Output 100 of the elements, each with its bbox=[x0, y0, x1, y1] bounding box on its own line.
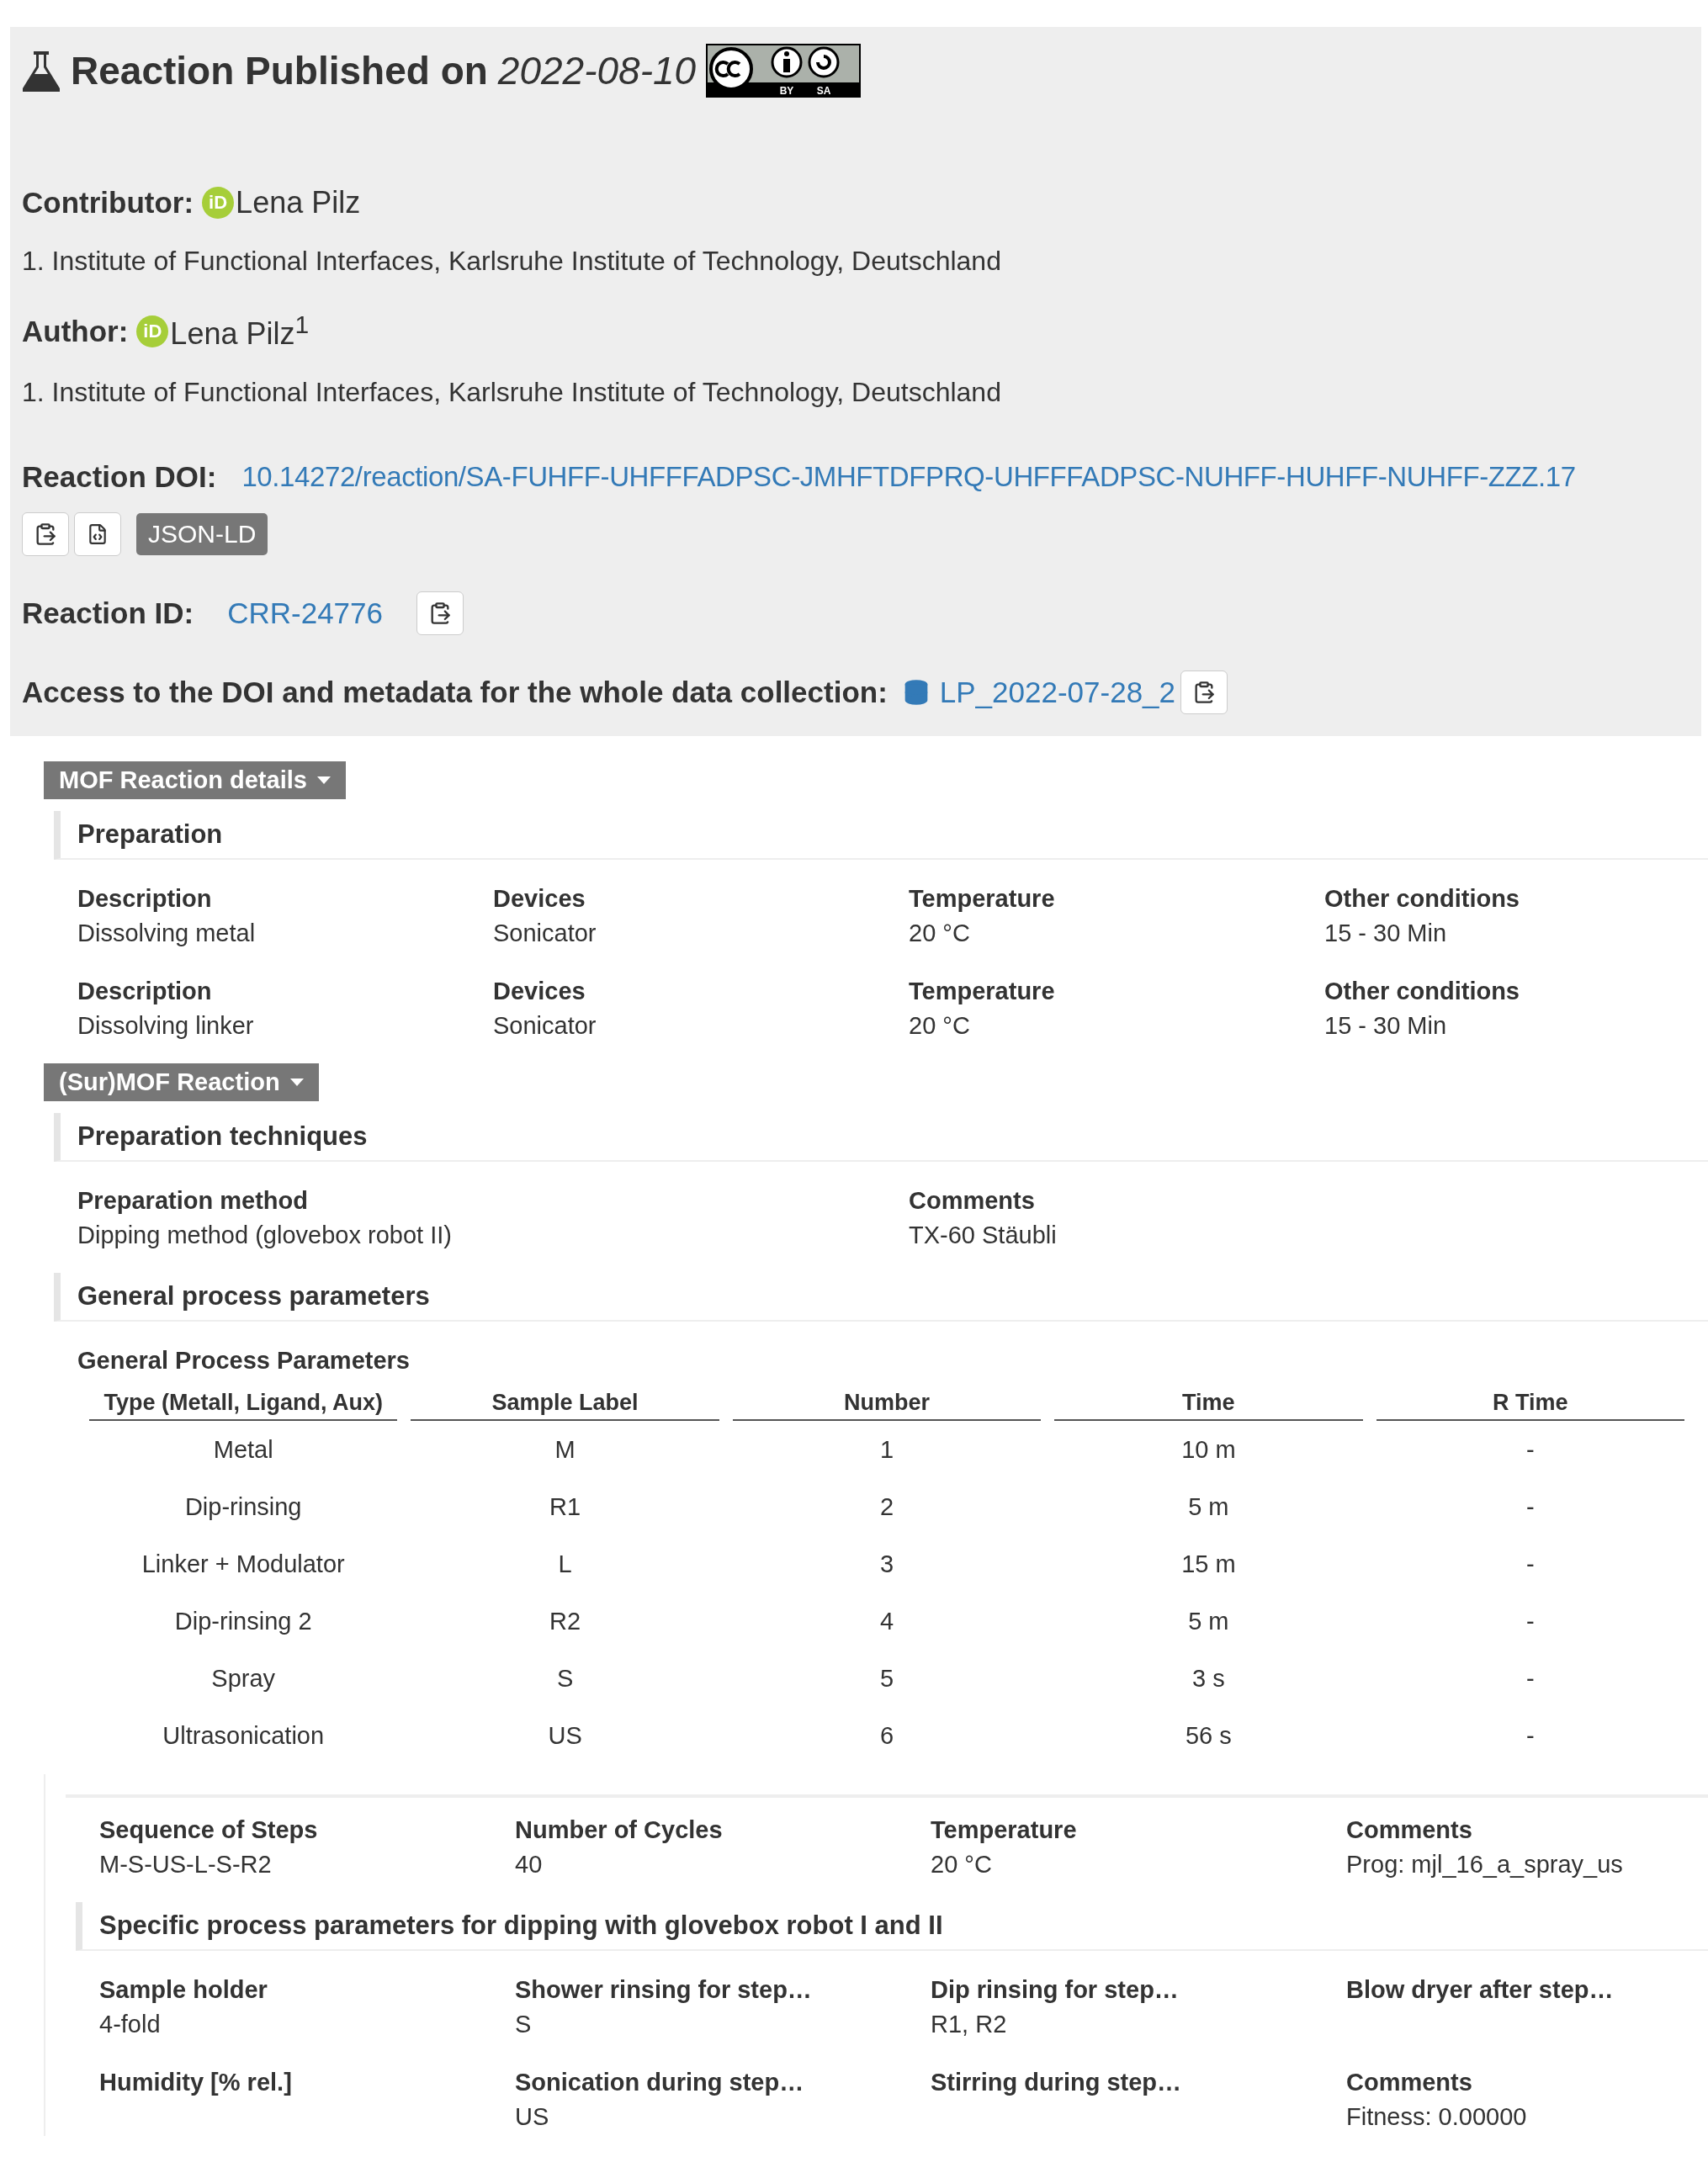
collection-link[interactable]: LP_2022-07-28_2 bbox=[939, 676, 1176, 709]
table-cell-text: 10 m bbox=[1180, 1434, 1237, 1465]
field-label: Number of Cycles bbox=[515, 1816, 724, 1844]
field-value: S bbox=[515, 2011, 533, 2038]
field-label: Comments bbox=[1346, 2069, 1473, 2096]
field-label: Description bbox=[77, 978, 213, 1005]
table-cell-text: 3 bbox=[878, 1549, 895, 1579]
section-heading: Preparation techniques bbox=[54, 1113, 1708, 1162]
contributor-name: Lena Pilz bbox=[236, 185, 361, 220]
caret-icon bbox=[316, 776, 331, 784]
table-cell-text: 56 s bbox=[1184, 1720, 1233, 1751]
table-cell-text: R2 bbox=[549, 1606, 582, 1636]
table-cell-text: US bbox=[547, 1720, 583, 1751]
field-value: M-S-US-L-S-R2 bbox=[99, 1851, 273, 1879]
field-label: Sonication during step… bbox=[515, 2069, 805, 2096]
field-value: 20 °C bbox=[931, 1851, 993, 1879]
author-label: Author: bbox=[22, 314, 129, 348]
reaction-id-link[interactable]: CRR-24776 bbox=[227, 596, 383, 630]
field-value: 20 °C bbox=[909, 920, 971, 947]
field-label: Comments bbox=[909, 1187, 1036, 1215]
field-label: Preparation method bbox=[77, 1187, 309, 1215]
field-value: 4-fold bbox=[99, 2011, 162, 2038]
field-value: 15 - 30 Min bbox=[1324, 1012, 1448, 1040]
table-cell-text: 4 bbox=[878, 1606, 895, 1636]
table-cell-text: 5 m bbox=[1187, 1492, 1230, 1522]
table-cell-text: Spray bbox=[210, 1663, 277, 1693]
field-label: Devices bbox=[493, 978, 586, 1005]
table-cell-text: 6 bbox=[878, 1720, 895, 1751]
section-heading: General process parameters bbox=[54, 1273, 1708, 1322]
affiliation-text: 1. Institute of Functional Interfaces, Karlsruhe Institute of Technology, Deutschland bbox=[22, 377, 1002, 408]
field-label: Stirring during step… bbox=[931, 2069, 1183, 2096]
field-label: Other conditions bbox=[1324, 885, 1520, 913]
copy-button[interactable] bbox=[1180, 670, 1228, 714]
field-label: Devices bbox=[493, 885, 586, 913]
table-cell-text: - bbox=[1525, 1492, 1536, 1522]
field-label: Dip rinsing for step… bbox=[931, 1976, 1180, 2004]
field-value: R1, R2 bbox=[931, 2011, 1008, 2038]
field-value: 15 - 30 Min bbox=[1324, 920, 1448, 947]
column-header: Type (Metall, Ligand, Aux) bbox=[89, 1386, 398, 1421]
collection-label: Access to the DOI and metadata for the whole data collection: bbox=[22, 676, 888, 709]
field-value: Dipping method (glovebox robot II) bbox=[77, 1222, 453, 1249]
table-cell-text: L bbox=[557, 1549, 573, 1579]
table-cell-text: Dip-rinsing 2 bbox=[173, 1606, 313, 1636]
table-cell-text: S bbox=[555, 1663, 575, 1693]
page-title: Reaction Published on bbox=[71, 48, 488, 93]
table-cell-text: - bbox=[1525, 1720, 1536, 1751]
code-file-icon bbox=[87, 523, 109, 545]
contributor-label: Contributor: bbox=[22, 186, 194, 220]
table-cell-text: 3 s bbox=[1191, 1663, 1226, 1693]
field-label: Temperature bbox=[931, 1816, 1078, 1844]
section-heading: Preparation bbox=[54, 811, 1708, 860]
caret-icon bbox=[289, 1078, 304, 1086]
doi-link[interactable]: 10.14272/reaction/SA-FUHFF-UHFFFADPSC-JMHFTDFPRQ-UHFFFADPSC-NUHFF-HUHFF-NUHFF-ZZZ.17 bbox=[241, 461, 1576, 493]
table-cell-text: R1 bbox=[549, 1492, 582, 1522]
field-value: Dissolving metal bbox=[77, 920, 257, 947]
table-cell-text: 5 m bbox=[1187, 1606, 1230, 1636]
license-badge: BY SA bbox=[706, 44, 862, 98]
column-header: Sample Label bbox=[411, 1386, 719, 1421]
table-cell-text: Linker + Modulator bbox=[141, 1549, 346, 1579]
field-value: Prog: mjl_16_a_spray_us bbox=[1346, 1851, 1624, 1879]
field-label: Blow dryer after step… bbox=[1346, 1976, 1615, 2004]
affiliation-text: 1. Institute of Functional Interfaces, Karlsruhe Institute of Technology, Deutschland bbox=[22, 246, 1002, 277]
table-title: General Process Parameters bbox=[77, 1347, 411, 1375]
field-label: Temperature bbox=[909, 978, 1056, 1005]
flask-icon bbox=[22, 50, 61, 92]
field-value: TX-60 Stäubli bbox=[909, 1222, 1058, 1249]
field-value: Fitness: 0.00000 bbox=[1346, 2103, 1528, 2131]
json-ld-badge[interactable]: JSON-LD bbox=[136, 513, 268, 555]
table-cell-text: 1 bbox=[878, 1434, 895, 1465]
field-label: Description bbox=[77, 885, 213, 913]
code-file-button[interactable] bbox=[74, 512, 121, 556]
author-name: Lena Pilz$^{1}$ bbox=[170, 310, 310, 352]
column-header: Number bbox=[732, 1386, 1042, 1421]
table-cell-text: Dip-rinsing bbox=[183, 1492, 303, 1522]
table-cell-text: Metal bbox=[212, 1434, 274, 1465]
field-label: Temperature bbox=[909, 885, 1056, 913]
field-label: Sample holder bbox=[99, 1976, 268, 2004]
table-cell-text: 5 bbox=[878, 1663, 895, 1693]
copy-button[interactable] bbox=[416, 591, 464, 635]
field-value: Sonicator bbox=[493, 1012, 597, 1040]
table-cell-text: - bbox=[1525, 1663, 1536, 1693]
field-value: 40 bbox=[515, 1851, 544, 1879]
table-cell-text: Ultrasonication bbox=[162, 1720, 326, 1751]
reaction-id-label: Reaction ID: bbox=[22, 596, 194, 630]
section-toggle[interactable]: (Sur)MOF Reaction bbox=[44, 1063, 319, 1101]
section-heading: Specific process parameters for dipping with glovebox robot I and II bbox=[76, 1902, 1708, 1951]
field-value: 20 °C bbox=[909, 1012, 971, 1040]
table-cell-text: - bbox=[1525, 1606, 1536, 1636]
copy-button[interactable] bbox=[22, 512, 69, 556]
field-label: Shower rinsing for step… bbox=[515, 1976, 813, 2004]
doi-label: Reaction DOI: bbox=[22, 460, 217, 494]
field-label: Other conditions bbox=[1324, 978, 1520, 1005]
column-header: Time bbox=[1054, 1386, 1363, 1421]
table-cell-text: - bbox=[1525, 1549, 1536, 1579]
field-value: Dissolving linker bbox=[77, 1012, 255, 1040]
field-label: Humidity [% rel.] bbox=[99, 2069, 293, 2096]
table-cell-text: 2 bbox=[878, 1492, 895, 1522]
field-label: Sequence of Steps bbox=[99, 1816, 319, 1844]
section-toggle[interactable]: MOF Reaction details bbox=[44, 761, 346, 799]
column-header: R Time bbox=[1376, 1386, 1684, 1421]
